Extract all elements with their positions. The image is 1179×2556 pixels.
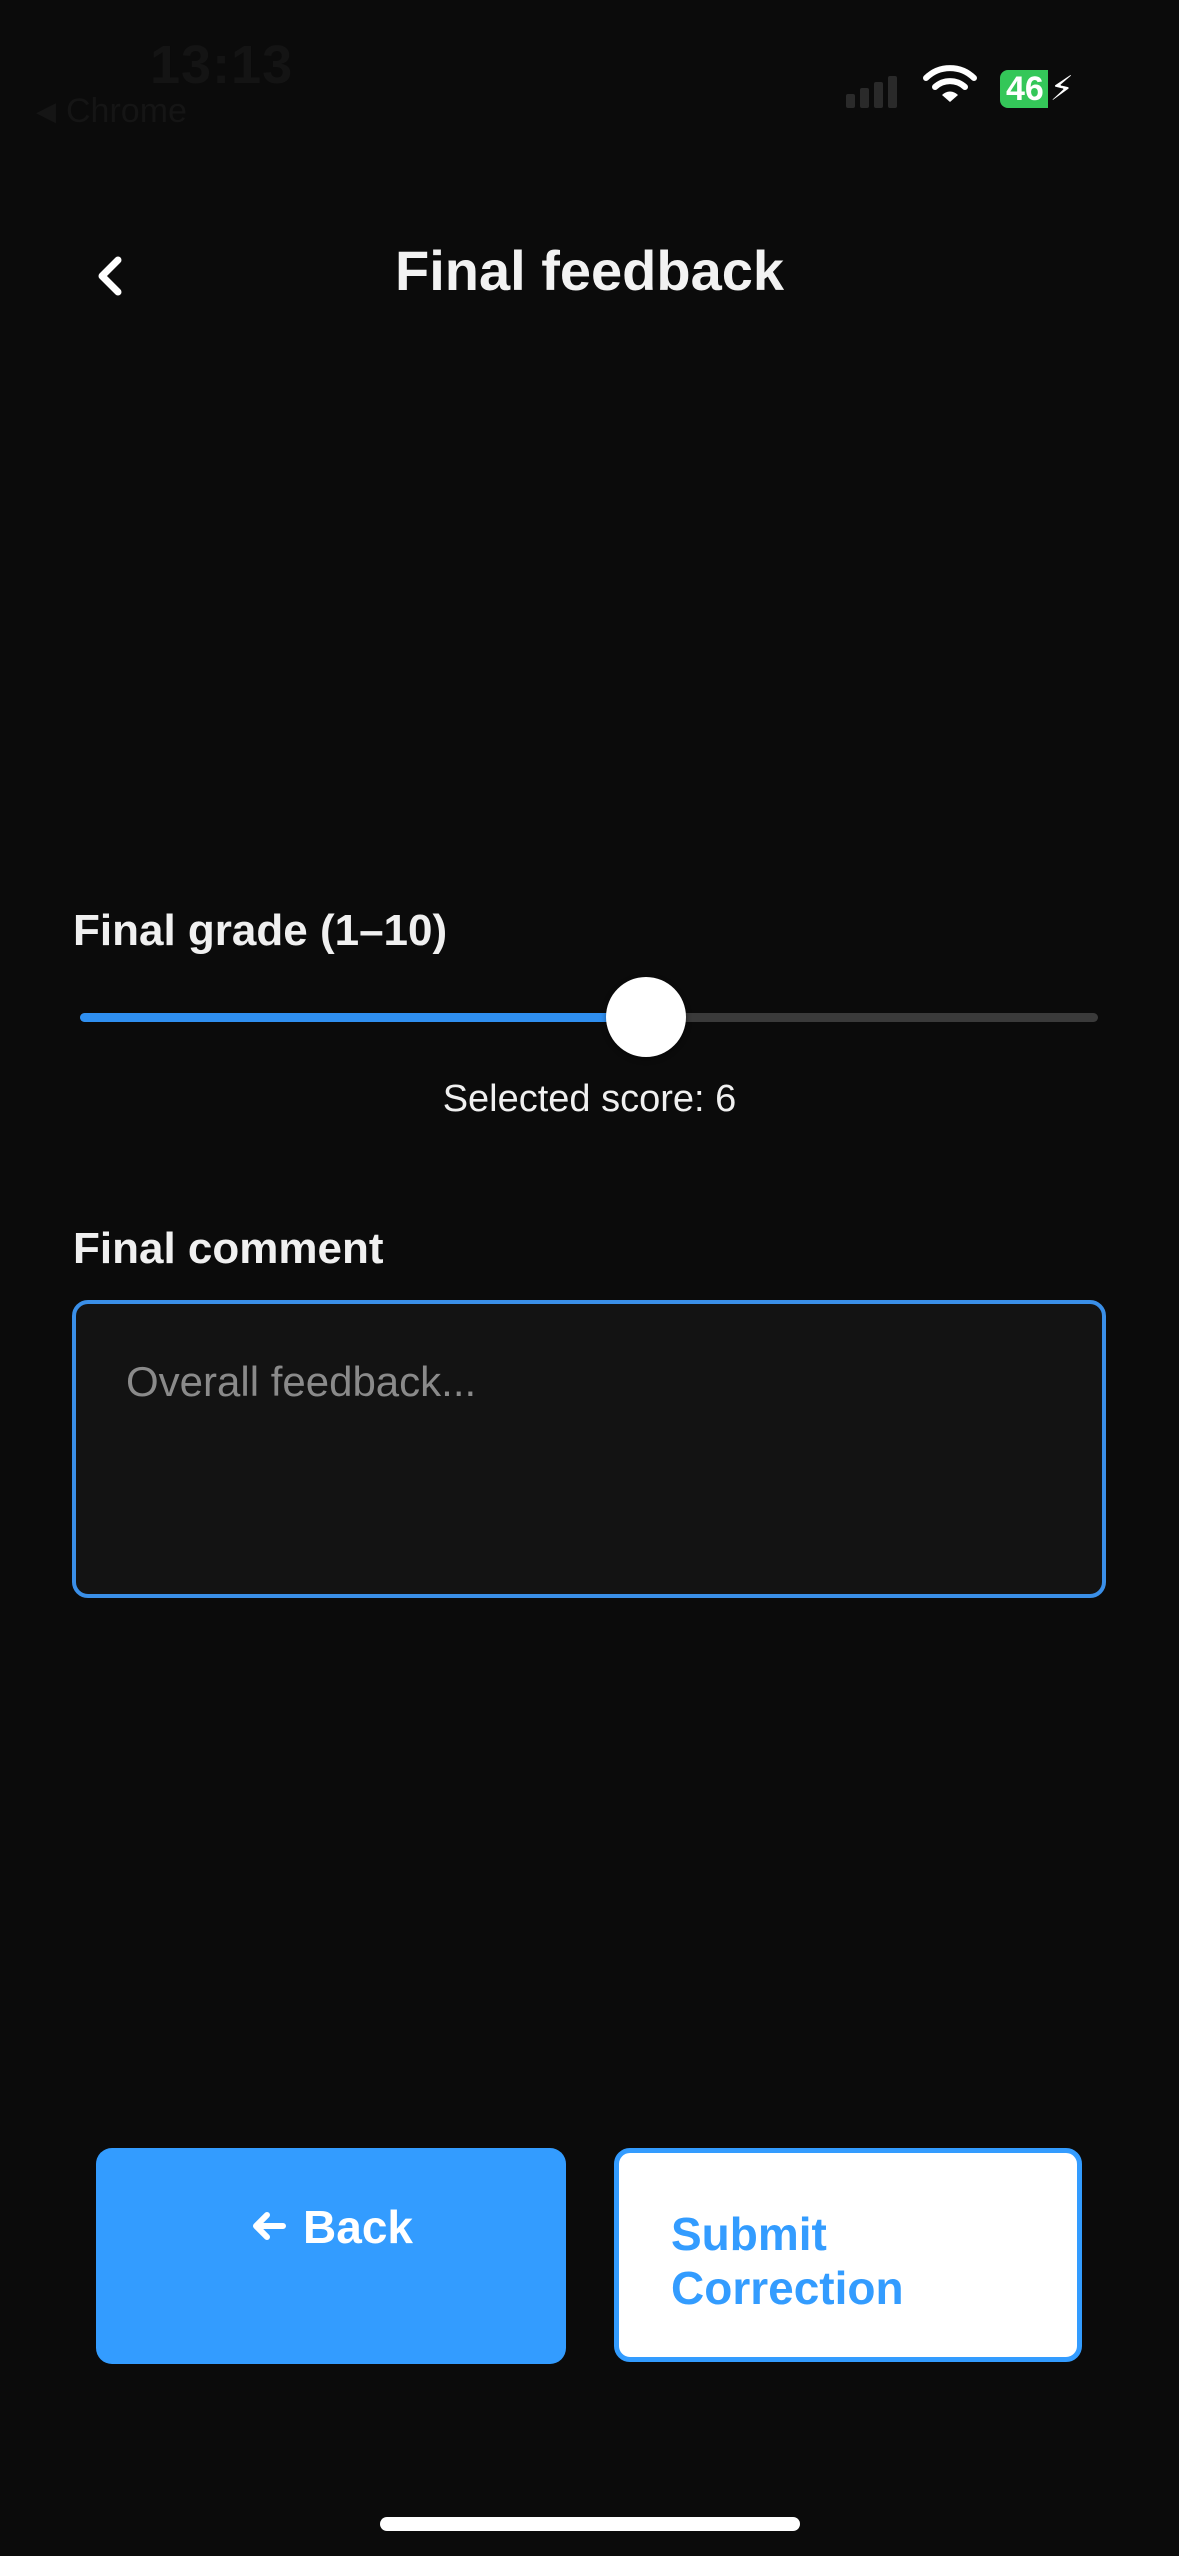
back-button[interactable]: Back <box>96 2148 566 2364</box>
wifi-icon <box>923 65 977 102</box>
battery-indicator: 46 ⚡ <box>1000 70 1074 108</box>
home-indicator[interactable] <box>380 2517 800 2531</box>
grade-slider[interactable] <box>80 977 1098 1057</box>
return-app-name: Chrome <box>66 92 187 130</box>
return-to-app-link[interactable]: ◀ Chrome <box>36 92 187 131</box>
charging-bolt-icon: ⚡ <box>1049 70 1074 108</box>
slider-thumb[interactable] <box>605 977 686 1057</box>
submit-label-line1: Submit <box>671 2208 827 2260</box>
back-button-label: Back <box>303 2201 413 2253</box>
submit-label-line2: Correction <box>671 2262 904 2314</box>
selected-score-text: Selected score: 6 <box>442 1078 737 1120</box>
slider-fill <box>80 1013 646 1022</box>
submit-correction-button[interactable]: Submit Correction <box>614 2148 1082 2362</box>
battery-level: 46 <box>1000 70 1048 108</box>
final-comment-input[interactable] <box>72 1300 1106 1598</box>
arrow-left-icon <box>253 2212 287 2240</box>
comment-label: Final comment <box>73 1224 384 1273</box>
grade-label: Final grade (1–10) <box>73 906 448 955</box>
cellular-signal-icon <box>846 76 897 108</box>
status-time: 13:13 <box>150 35 294 95</box>
back-triangle-icon: ◀ <box>36 96 56 126</box>
page-title: Final feedback <box>394 239 785 302</box>
